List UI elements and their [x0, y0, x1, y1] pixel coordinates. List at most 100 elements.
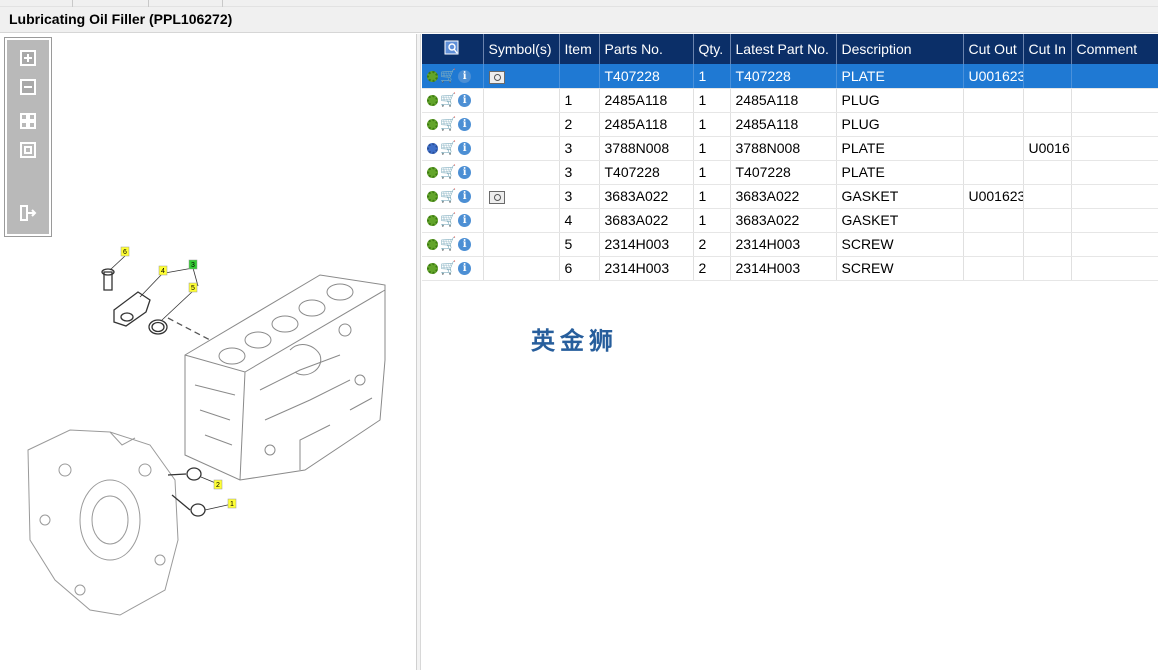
gear-icon[interactable]	[427, 215, 438, 227]
picture-symbol-icon[interactable]	[488, 190, 505, 204]
gear-icon[interactable]	[427, 95, 438, 107]
toolbox-panel	[7, 40, 49, 234]
cart-icon[interactable]: 🛒	[440, 261, 456, 276]
column-header-description[interactable]: Description	[836, 34, 964, 64]
cell-parts-no: 3788N008	[599, 136, 694, 161]
gear-icon[interactable]	[427, 143, 438, 155]
info-icon[interactable]: i	[458, 142, 472, 156]
gear-icon[interactable]	[427, 71, 438, 83]
cell-cut-in	[1023, 64, 1072, 89]
callout-label: 2	[216, 482, 220, 489]
cell-parts-no: 2314H003	[599, 256, 694, 281]
callout-1[interactable]: 1	[227, 498, 237, 509]
table-row[interactable]: 🛒 i 6 2314H003 2 2314H003 SCREW	[422, 256, 1158, 281]
gear-icon[interactable]	[427, 191, 438, 203]
column-header-item[interactable]: Item	[559, 34, 600, 64]
cell-comment	[1071, 232, 1158, 257]
column-header-latest-part-no[interactable]: Latest Part No.	[730, 34, 837, 64]
callout-label: 4	[161, 268, 165, 275]
cell-parts-no: 3683A022	[599, 184, 694, 209]
cell-latest-part-no: 2485A118	[730, 112, 837, 137]
gear-icon[interactable]	[427, 119, 438, 131]
timing-cover-drawing	[27, 429, 179, 616]
table-body: 🛒 i T407228 1 T407228 PLATE U001623 🛒 i 1 2485A118…	[422, 64, 1158, 281]
fit-all-icon	[20, 113, 36, 129]
cell-qty: 1	[693, 184, 731, 209]
cell-latest-part-no: T407228	[730, 64, 837, 89]
table-row[interactable]: 🛒 i 3 3683A022 1 3683A022 GASKET U001623	[422, 184, 1158, 209]
cart-icon[interactable]: 🛒	[440, 237, 456, 252]
cell-cut-in	[1023, 88, 1072, 113]
callout-5[interactable]: 5	[188, 282, 198, 293]
info-icon[interactable]: i	[458, 70, 472, 84]
info-icon[interactable]: i	[458, 118, 472, 132]
parts-table: Symbol(s) Item Parts No. Qty. Latest Par…	[422, 34, 1158, 281]
cart-icon[interactable]: 🛒	[440, 213, 456, 228]
table-row[interactable]: 🛒 i T407228 1 T407228 PLATE U001623	[422, 64, 1158, 89]
column-header-symbols[interactable]: Symbol(s)	[483, 34, 560, 64]
info-icon[interactable]: i	[458, 190, 472, 204]
cart-icon[interactable]: 🛒	[440, 141, 456, 156]
table-row[interactable]: 🛒 i 4 3683A022 1 3683A022 GASKET	[422, 208, 1158, 233]
gear-icon[interactable]	[427, 239, 438, 251]
row-actions: 🛒 i	[422, 64, 484, 89]
table-row[interactable]: 🛒 i 1 2485A118 1 2485A118 PLUG	[422, 88, 1158, 113]
table-header: Symbol(s) Item Parts No. Qty. Latest Par…	[422, 34, 1158, 64]
cell-cut-out	[963, 208, 1024, 233]
cell-comment	[1071, 208, 1158, 233]
cell-description: SCREW	[836, 256, 964, 281]
cell-cut-out	[963, 232, 1024, 257]
callout-6[interactable]: 6	[120, 246, 130, 257]
column-header-comment[interactable]: Comment	[1071, 34, 1158, 64]
cell-latest-part-no: 3788N008	[730, 136, 837, 161]
cell-symbols	[483, 232, 560, 257]
table-row[interactable]: 🛒 i 3 T407228 1 T407228 PLATE	[422, 160, 1158, 185]
info-icon[interactable]: i	[458, 214, 472, 228]
cell-cut-out	[963, 112, 1024, 137]
callout-3[interactable]: 3	[188, 259, 198, 270]
zoom-in-icon	[20, 50, 36, 66]
gear-icon[interactable]	[427, 167, 438, 179]
cart-icon[interactable]: 🛒	[440, 189, 456, 204]
actual-size-button[interactable]	[18, 141, 38, 159]
cart-icon[interactable]: 🛒	[440, 117, 456, 132]
callout-2[interactable]: 2	[213, 479, 223, 490]
pane-splitter[interactable]	[417, 34, 421, 670]
cell-latest-part-no: T407228	[730, 160, 837, 185]
table-row[interactable]: 🛒 i 5 2314H003 2 2314H003 SCREW	[422, 232, 1158, 257]
cart-icon[interactable]: 🛒	[440, 93, 456, 108]
page-title: Lubricating Oil Filler (PPL106272)	[9, 11, 233, 27]
export-button[interactable]	[18, 204, 38, 222]
cell-cut-out	[963, 256, 1024, 281]
column-header-cut-out[interactable]: Cut Out	[963, 34, 1024, 64]
info-icon[interactable]: i	[458, 238, 472, 252]
picture-symbol-icon[interactable]	[488, 70, 505, 84]
gear-icon[interactable]	[427, 263, 438, 275]
info-icon[interactable]: i	[458, 94, 472, 108]
cart-icon[interactable]: 🛒	[440, 69, 456, 84]
zoom-out-button[interactable]	[18, 78, 38, 96]
callout-label: 1	[230, 501, 234, 508]
column-header-parts-no[interactable]: Parts No.	[599, 34, 694, 64]
column-header-cut-in[interactable]: Cut In	[1023, 34, 1072, 64]
cell-latest-part-no: 2485A118	[730, 88, 837, 113]
column-chooser-header[interactable]	[422, 34, 484, 64]
row-actions: 🛒 i	[422, 184, 484, 209]
fit-all-button[interactable]	[18, 112, 38, 130]
cell-qty: 1	[693, 88, 731, 113]
table-row[interactable]: 🛒 i 2 2485A118 1 2485A118 PLUG	[422, 112, 1158, 137]
cell-cut-in	[1023, 232, 1072, 257]
cell-parts-no: T407228	[599, 160, 694, 185]
zoom-in-button[interactable]	[18, 49, 38, 67]
callout-4[interactable]: 4	[158, 265, 168, 276]
cell-parts-no: 2485A118	[599, 88, 694, 113]
info-icon[interactable]: i	[458, 262, 472, 276]
info-icon[interactable]: i	[458, 166, 472, 180]
cell-description: GASKET	[836, 208, 964, 233]
cell-symbols	[483, 136, 560, 161]
cell-cut-out: U001623	[963, 184, 1024, 209]
column-header-qty[interactable]: Qty.	[693, 34, 731, 64]
exploded-parts-diagram[interactable]: 6 4 3 5 2 1	[0, 240, 417, 670]
table-row[interactable]: 🛒 i 3 3788N008 1 3788N008 PLATE U0016	[422, 136, 1158, 161]
cart-icon[interactable]: 🛒	[440, 165, 456, 180]
